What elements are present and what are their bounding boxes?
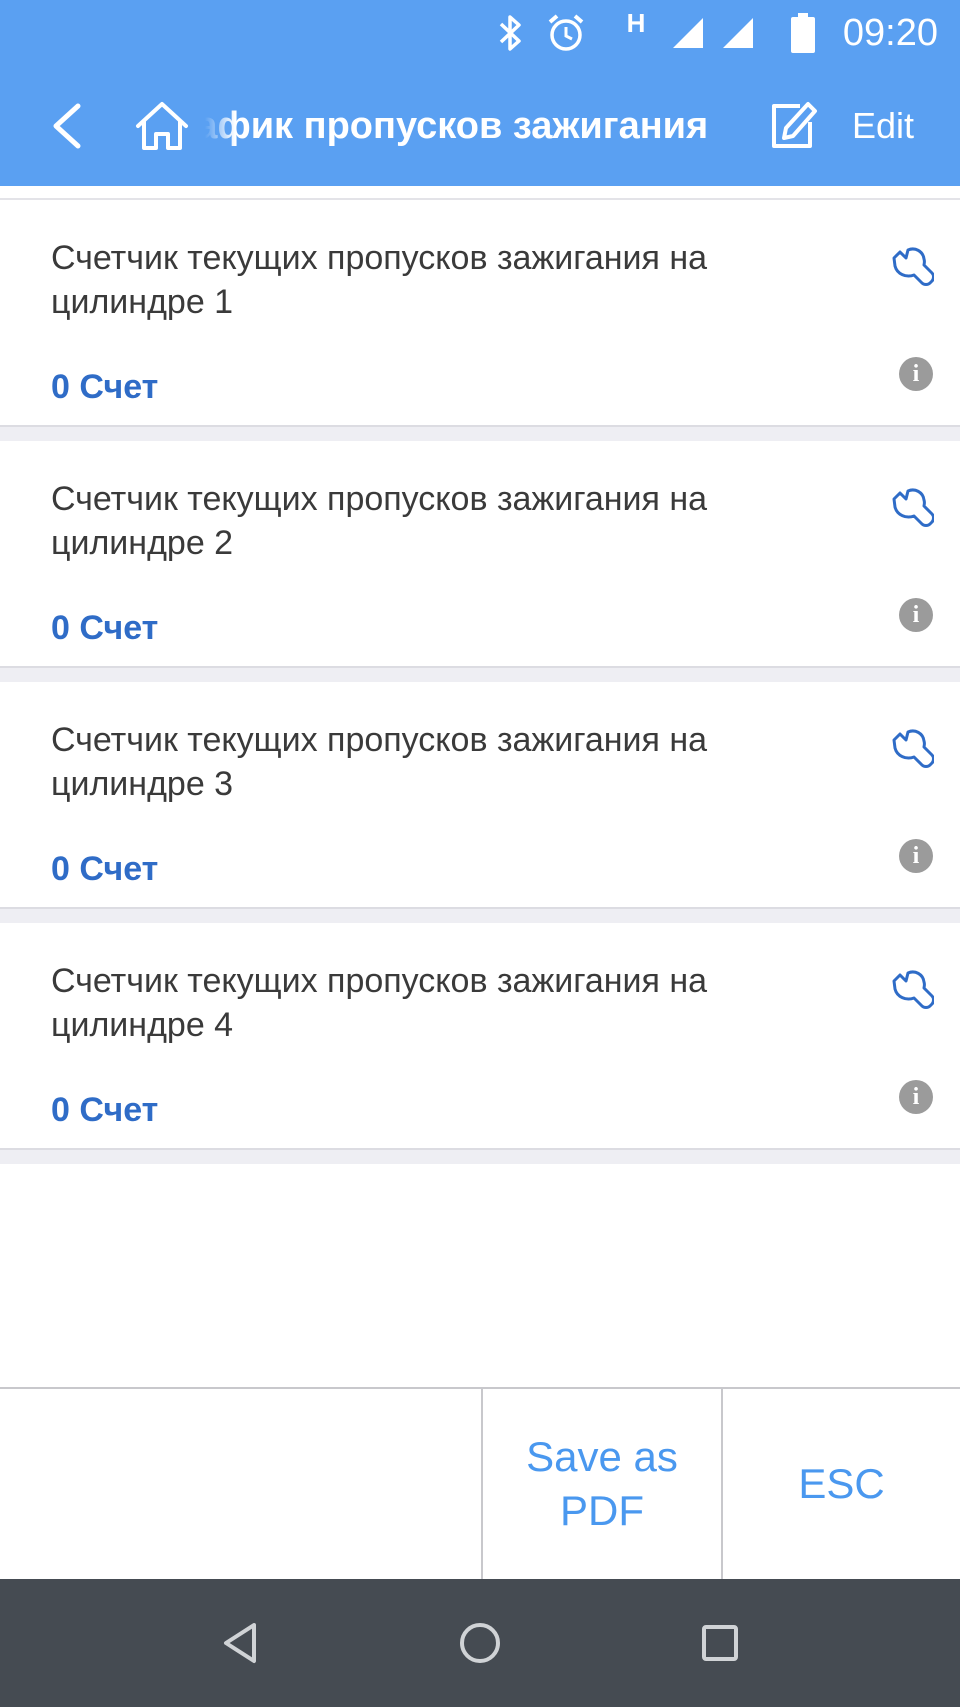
- parameter-name: Счетчик текущих пропусков зажигания на ц…: [51, 239, 708, 321]
- network-type-label: H: [626, 7, 646, 38]
- system-nav-bar: [0, 1579, 960, 1707]
- title-fade-left: [205, 66, 235, 186]
- page-title-container: График пропусков зажигания: [205, 66, 740, 186]
- wrench-icon[interactable]: [888, 728, 935, 774]
- list-item[interactable]: Счетчик текущих пропусков зажигания на ц…: [0, 682, 960, 907]
- divider: [0, 666, 960, 682]
- title-fade-right: [715, 66, 745, 186]
- wrench-icon[interactable]: [888, 246, 935, 292]
- nav-recents-icon[interactable]: [660, 1579, 780, 1707]
- edit-icon[interactable]: [770, 100, 818, 152]
- signal-icon: [718, 0, 758, 66]
- divider: [0, 425, 960, 441]
- bluetooth-icon: [494, 0, 528, 66]
- parameter-value: 0 Счет: [51, 1091, 159, 1129]
- info-icon[interactable]: i: [899, 598, 933, 632]
- list-item[interactable]: Счетчик текущих пропусков зажигания на ц…: [0, 200, 960, 425]
- empty-action-slot: [0, 1389, 481, 1579]
- divider: [0, 186, 960, 200]
- parameter-name: Счетчик текущих пропусков зажигания на ц…: [51, 480, 708, 562]
- battery-icon: [788, 0, 818, 66]
- esc-button[interactable]: ESC: [721, 1389, 960, 1579]
- back-arrow-icon[interactable]: [42, 96, 92, 156]
- wrench-icon[interactable]: [888, 969, 935, 1015]
- parameter-name: Счетчик текущих пропусков зажигания на ц…: [51, 721, 708, 803]
- save-as-pdf-button[interactable]: Save as PDF: [481, 1389, 721, 1579]
- list-item[interactable]: Счетчик текущих пропусков зажигания на ц…: [0, 441, 960, 666]
- divider: [0, 1148, 960, 1164]
- page-title: График пропусков зажигания: [205, 104, 709, 147]
- list-item[interactable]: Счетчик текущих пропусков зажигания на ц…: [0, 923, 960, 1148]
- nav-back-icon[interactable]: [180, 1579, 300, 1707]
- signal-icon: [668, 0, 708, 66]
- home-icon[interactable]: [132, 96, 192, 156]
- info-icon[interactable]: i: [899, 357, 933, 391]
- app-bar: График пропусков зажигания Edit: [0, 66, 960, 186]
- alarm-icon: [544, 0, 588, 66]
- divider: [0, 907, 960, 923]
- parameter-value: 0 Счет: [51, 368, 159, 406]
- info-icon[interactable]: i: [899, 1080, 933, 1114]
- wrench-icon[interactable]: [888, 487, 935, 533]
- clock: 09:20: [842, 11, 938, 54]
- bottom-action-bar: Save as PDF ESC: [0, 1387, 960, 1579]
- nav-home-icon[interactable]: [420, 1579, 540, 1707]
- edit-button[interactable]: Edit: [852, 66, 914, 186]
- parameter-list: Счетчик текущих пропусков зажигания на ц…: [0, 186, 960, 1164]
- parameter-value: 0 Счет: [51, 850, 159, 888]
- parameter-name: Счетчик текущих пропусков зажигания на ц…: [51, 962, 708, 1044]
- status-bar: H 09:20: [0, 0, 960, 66]
- parameter-value: 0 Счет: [51, 609, 159, 647]
- save-as-pdf-label: Save as PDF: [526, 1433, 678, 1534]
- info-icon[interactable]: i: [899, 839, 933, 873]
